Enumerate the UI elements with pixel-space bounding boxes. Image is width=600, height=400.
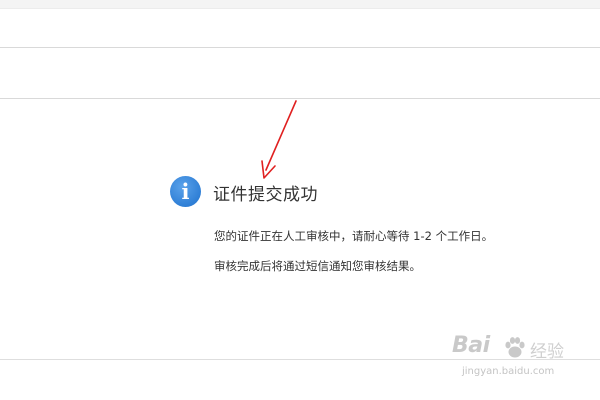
notice-title: 证件提交成功 [213,185,318,205]
info-icon: i [170,176,201,207]
watermark-suffix: 经验 [530,342,564,362]
sms-notification-text: 审核完成后将通过短信通知您审核结果。 [214,259,421,273]
page: i 证件提交成功 您的证件正在人工审核中，请耐心等待 1-2 个工作日。 审核完… [0,0,600,400]
divider [0,98,600,99]
top-bar-border [0,8,600,9]
watermark-url: jingyan.baidu.com [462,366,555,377]
paw-icon [505,337,525,358]
review-status-text: 您的证件正在人工审核中，请耐心等待 1-2 个工作日。 [214,229,494,243]
divider [0,47,600,48]
top-bar [0,0,600,8]
baidu-jingyan-watermark: Bai 经验 jingyan.baidu.com [452,333,592,389]
watermark-logo-text: Bai [452,333,490,358]
